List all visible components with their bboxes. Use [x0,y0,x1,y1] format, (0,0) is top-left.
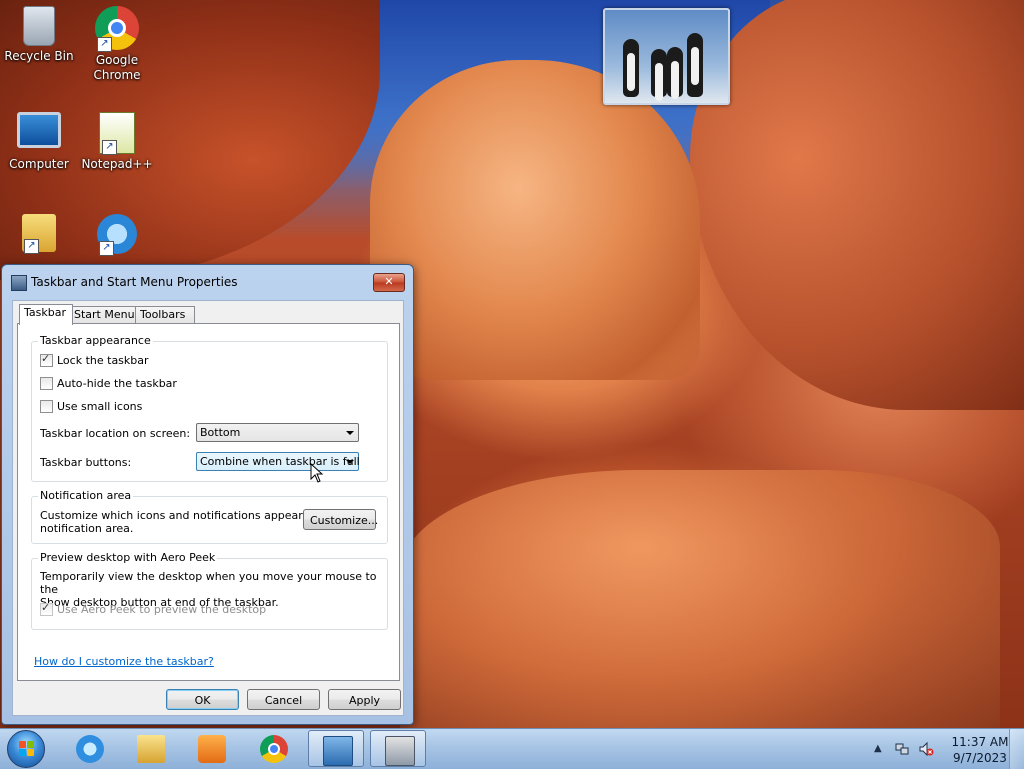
dropdown-value: Bottom [200,426,241,439]
title-bar[interactable]: Taskbar and Start Menu Properties ✕ [2,265,413,299]
desktop-icon-google-chrome[interactable]: ↗ Google Chrome [81,6,153,83]
description-line: notification area. [40,522,134,535]
tab-taskbar[interactable]: Taskbar [19,304,73,325]
mouse-pointer-icon [310,462,324,483]
tab-start-menu[interactable]: Start Menu [69,306,141,324]
lock-taskbar-checkbox[interactable]: Lock the taskbar [40,352,149,368]
cancel-button[interactable]: Cancel [247,689,320,710]
taskbar-properties-dialog: Taskbar and Start Menu Properties ✕ Task… [1,264,414,725]
chrome-icon [260,735,288,763]
folder-icon: ↗ [22,214,56,254]
notification-area-group: Notification area Customize which icons … [31,489,388,544]
desktop-icon-folder[interactable]: ↗ [3,214,75,255]
checkbox-label: Use small icons [57,400,143,413]
wallpaper-reflection [400,470,1000,728]
penguin-image [667,47,683,99]
taskbar: ▲ 11:37 AM 9/7/2023 [0,728,1024,769]
penguin-image [623,39,639,97]
checkbox-checked-icon [40,352,53,367]
close-button[interactable]: ✕ [373,273,405,292]
clock-date: 9/7/2023 [953,751,1007,765]
help-link[interactable]: How do I customize the taskbar? [34,655,214,668]
taskbar-item-internet-explorer[interactable] [62,730,118,767]
checkbox-unchecked-icon [40,400,53,413]
show-desktop-button[interactable] [1009,729,1024,769]
folder-icon [137,735,165,763]
taskbar-item-windows-explorer[interactable] [123,730,179,767]
desktop-icon-label: Notepad++ [81,157,153,171]
buttons-label: Taskbar buttons: [40,456,132,469]
penguin-image [687,33,703,97]
windows-logo-icon [19,741,35,757]
taskbar-tab-panel: Taskbar appearance Lock the taskbar Auto… [17,323,400,681]
small-icons-checkbox[interactable]: Use small icons [40,400,142,414]
aero-peek-group: Preview desktop with Aero Peek Temporari… [31,551,388,630]
checkbox-label: Use Aero Peek to preview the desktop [57,603,267,616]
media-player-icon [198,735,226,763]
dialog-title: Taskbar and Start Menu Properties [31,275,238,289]
checkbox-checked-icon [40,601,53,616]
system-tray: ▲ 11:37 AM 9/7/2023 [864,729,1024,769]
description-line: Temporarily view the desktop when you mo… [40,570,377,596]
desktop-icon-notepad-plus-plus[interactable]: ↗ Notepad++ [81,112,153,172]
notification-description: Customize which icons and notifications … [40,509,338,535]
aero-peek-checkbox[interactable]: Use Aero Peek to preview the desktop [40,601,267,617]
desktop-icon-label: Recycle Bin [4,49,74,63]
apply-button[interactable]: Apply [328,689,401,710]
shortcut-arrow-icon: ↗ [102,140,117,155]
desktop-icon-recycle-bin[interactable]: Recycle Bin [3,6,75,64]
checkbox-label: Auto-hide the taskbar [57,377,177,390]
penguin-image [651,49,667,101]
desktop-icon-internet-explorer[interactable]: ↗ [81,214,153,257]
taskbar-item-media-player[interactable] [184,730,240,767]
network-icon[interactable] [894,741,910,757]
group-title: Notification area [38,489,134,502]
taskbar-location-dropdown[interactable]: Bottom [196,423,359,442]
internet-explorer-icon: ↗ [97,214,137,256]
desktop-icon-computer[interactable]: Computer [3,112,75,172]
volume-muted-icon[interactable] [918,741,934,757]
computer-icon [17,112,61,148]
location-label: Taskbar location on screen: [40,427,191,440]
taskbar-appearance-group: Taskbar appearance Lock the taskbar Auto… [31,334,388,482]
taskbar-buttons-dropdown[interactable]: Combine when taskbar is full [196,452,360,471]
customize-button[interactable]: Customize... [303,509,378,530]
dialog-body: Taskbar Start Menu Toolbars Taskbar appe… [12,300,404,716]
shortcut-arrow-icon: ↗ [24,239,39,254]
taskbar-item-google-chrome[interactable] [246,730,302,767]
start-button[interactable] [7,730,45,768]
shortcut-arrow-icon: ↗ [97,37,112,52]
internet-explorer-icon [76,735,104,763]
wallpaper-rock-center [370,60,700,380]
taskbar-properties-icon [11,275,27,291]
slideshow-gadget[interactable] [603,8,730,105]
taskbar-item-control-panel[interactable] [308,730,364,767]
group-title: Preview desktop with Aero Peek [38,551,218,564]
taskbar-properties-icon [385,736,415,766]
control-panel-icon [323,736,353,766]
ok-button[interactable]: OK [166,689,239,710]
taskbar-item-taskbar-properties[interactable] [370,730,426,767]
chrome-icon: ↗ [95,6,139,52]
dropdown-arrow-icon [346,460,354,464]
wallpaper-rock-right [690,0,1024,410]
recycle-bin-icon [23,6,55,46]
dropdown-arrow-icon [346,431,354,435]
show-hidden-icons-icon[interactable]: ▲ [874,743,882,754]
clock-time: 11:37 AM [951,735,1009,749]
desktop-icon-label: Computer [9,157,69,171]
notepad-plus-plus-icon: ↗ [99,112,135,155]
desktop-icon-label: Google Chrome [93,53,141,82]
group-title: Taskbar appearance [38,334,153,347]
shortcut-arrow-icon: ↗ [99,241,114,256]
description-line: Customize which icons and notifications … [40,509,338,522]
checkbox-unchecked-icon [40,377,53,390]
clock[interactable]: 11:37 AM 9/7/2023 [950,734,1010,766]
dropdown-value: Combine when taskbar is full [200,455,360,468]
auto-hide-checkbox[interactable]: Auto-hide the taskbar [40,377,177,391]
checkbox-label: Lock the taskbar [57,354,149,367]
tab-toolbars[interactable]: Toolbars [135,306,195,324]
